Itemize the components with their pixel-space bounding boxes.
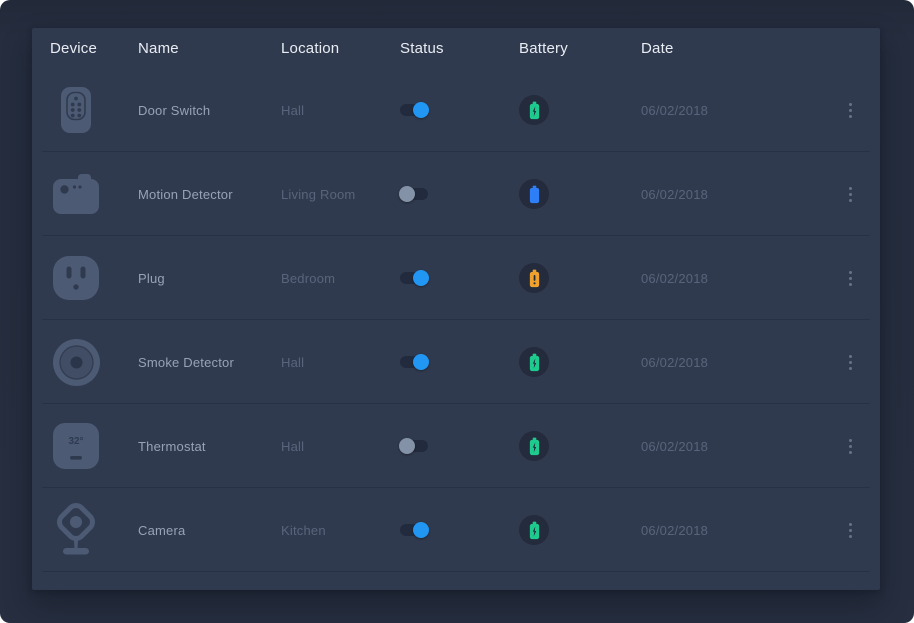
kebab-dot [849,439,852,442]
kebab-dot [849,115,852,118]
status-toggle[interactable] [400,440,428,452]
battery-charging-icon [519,347,549,377]
table-row: Motion Detector Living Room 06/02/2018 [32,152,880,236]
toggle-knob [413,102,429,118]
app-window: Device Name Location Status Battery Date… [0,0,914,623]
thermostat-icon: 32° [50,418,102,474]
device-name: Door Switch [138,103,281,118]
kebab-dot [849,199,852,202]
kebab-dot [849,283,852,286]
kebab-dot [849,529,852,532]
table-header: Device Name Location Status Battery Date [32,28,880,68]
row-menu-button[interactable] [842,184,858,204]
kebab-dot [849,451,852,454]
column-header-name: Name [138,40,281,57]
device-location: Bedroom [281,271,400,286]
kebab-dot [849,109,852,112]
thermostat-temperature-label: 32° [68,436,83,447]
table-row: Camera Kitchen 06/02/2018 [32,488,880,572]
row-menu-button[interactable] [842,352,858,372]
device-name: Smoke Detector [138,355,281,370]
battery-charging-icon [519,95,549,125]
device-location: Hall [281,355,400,370]
toggle-knob [413,522,429,538]
table-row: Plug Bedroom 06/02/2018 [32,236,880,320]
row-menu-button[interactable] [842,100,858,120]
device-date: 06/02/2018 [641,439,842,454]
kebab-dot [849,271,852,274]
device-location: Hall [281,103,400,118]
toggle-knob [413,270,429,286]
column-header-battery: Battery [519,40,641,57]
device-location: Hall [281,439,400,454]
battery-charging-icon [519,431,549,461]
row-menu-button[interactable] [842,436,858,456]
kebab-dot [849,523,852,526]
column-header-device: Device [50,40,138,57]
column-header-date: Date [641,40,842,57]
smoke-detector-icon [50,334,102,390]
kebab-dot [849,367,852,370]
camera-icon [50,502,102,558]
status-toggle[interactable] [400,356,428,368]
battery-full-icon [519,179,549,209]
table-row: Door Switch Hall 06/02/2018 [32,68,880,152]
door-switch-icon [50,82,102,138]
toggle-knob [399,186,415,202]
kebab-dot [849,187,852,190]
kebab-dot [849,445,852,448]
kebab-dot [849,103,852,106]
table-row: 32° Thermostat Hall 06/02/2018 [32,404,880,488]
status-toggle[interactable] [400,188,428,200]
kebab-dot [849,361,852,364]
motion-detector-icon [50,166,102,222]
device-name: Plug [138,271,281,286]
device-name: Thermostat [138,439,281,454]
device-date: 06/02/2018 [641,103,842,118]
column-header-status: Status [400,40,519,57]
device-name: Motion Detector [138,187,281,202]
device-date: 06/02/2018 [641,271,842,286]
status-toggle[interactable] [400,524,428,536]
status-toggle[interactable] [400,104,428,116]
device-name: Camera [138,523,281,538]
row-menu-button[interactable] [842,268,858,288]
kebab-dot [849,277,852,280]
kebab-dot [849,535,852,538]
battery-charging-icon [519,515,549,545]
device-date: 06/02/2018 [641,355,842,370]
column-header-location: Location [281,40,400,57]
table-row: Smoke Detector Hall 06/02/2018 [32,320,880,404]
battery-low-icon [519,263,549,293]
device-location: Kitchen [281,523,400,538]
device-date: 06/02/2018 [641,187,842,202]
row-menu-button[interactable] [842,520,858,540]
device-table-card: Device Name Location Status Battery Date… [32,28,880,590]
plug-icon [50,250,102,306]
device-date: 06/02/2018 [641,523,842,538]
toggle-knob [399,438,415,454]
device-location: Living Room [281,187,400,202]
kebab-dot [849,193,852,196]
kebab-dot [849,355,852,358]
toggle-knob [413,354,429,370]
status-toggle[interactable] [400,272,428,284]
